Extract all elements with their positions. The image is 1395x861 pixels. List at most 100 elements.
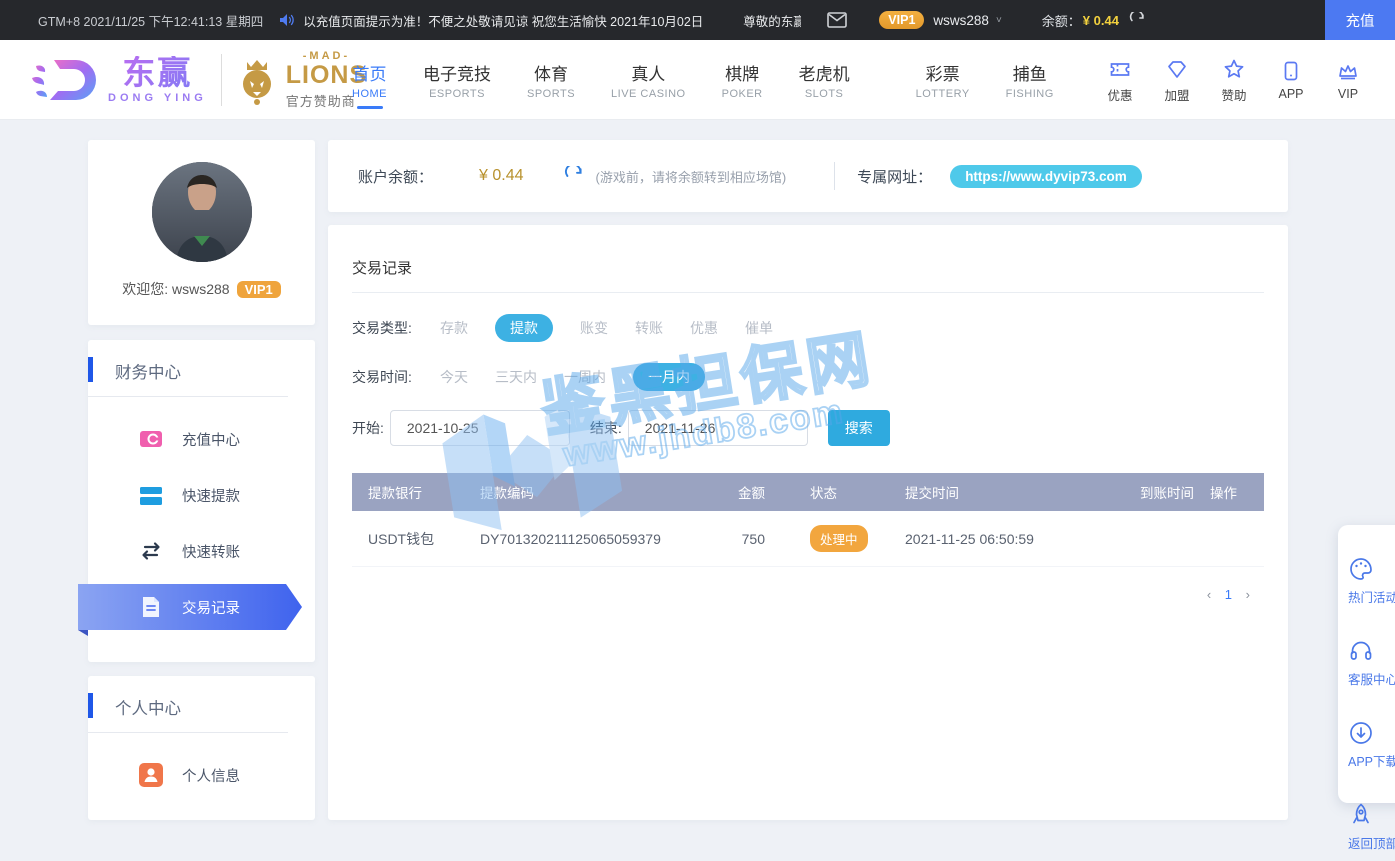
refresh-icon[interactable]	[564, 166, 584, 186]
time-option-month[interactable]: 一月内	[633, 363, 705, 391]
type-option-deposit[interactable]: 存款	[440, 318, 468, 338]
sidebar-item-label: 快速转账	[182, 541, 240, 562]
nav-icon-label-app: APP	[1271, 87, 1311, 101]
col-header-amount: 金额	[730, 482, 765, 502]
cell-amount: 750	[730, 531, 765, 547]
nav-icon-label-sponsor: 赞助	[1214, 85, 1254, 104]
type-option-transfer[interactable]: 转账	[635, 318, 663, 338]
transaction-time-options: 今天 三天内 一周内 一月内	[440, 363, 705, 391]
nav-icon-label-promo: 优惠	[1100, 85, 1140, 104]
time-option-today[interactable]: 今天	[440, 367, 468, 387]
chevron-down-icon[interactable]: ˅	[996, 15, 1002, 26]
nav-icon-label-vip: VIP	[1328, 87, 1368, 101]
type-option-reminder[interactable]: 催单	[745, 318, 773, 338]
nav-item-home[interactable]: 首页 HOME	[352, 60, 387, 100]
nav-item-live-casino[interactable]: 真人 LIVE CASINO	[611, 60, 686, 100]
records-table: 提款银行 提款编码 金额 状态 提交时间 到账时间 操作 USDT钱包 DY70…	[352, 473, 1264, 567]
float-item-hot-activities[interactable]: 热门活动	[1338, 533, 1395, 615]
nav-item-esports[interactable]: 电子竞技 ESPORTS	[423, 60, 491, 100]
brand-logo[interactable]: 东赢 DONG YING -MAD- LIONS 官方赞助商	[30, 40, 367, 120]
nav-item-esports-cn: 电子竞技	[423, 60, 491, 85]
sidebar-item-personal-info[interactable]: 个人信息	[88, 747, 315, 803]
nav-item-sports-cn: 体育	[527, 60, 575, 85]
col-header-submit-time: 提交时间	[905, 482, 1140, 502]
records-title-divider	[352, 292, 1264, 293]
topbar: GTM+8 2021/11/25 下午12:41:13 星期四 以充值页面提示为…	[0, 0, 1395, 40]
end-date-input[interactable]	[628, 410, 808, 446]
float-item-app-download[interactable]: APP下载	[1338, 697, 1395, 779]
headset-icon	[1348, 638, 1395, 664]
person-icon	[138, 762, 164, 788]
clock-text: GTM+8 2021/11/25 下午12:41:13 星期四	[38, 11, 263, 30]
float-item-back-to-top[interactable]: 返回顶部	[1338, 779, 1395, 861]
nav-icon-item-vip[interactable]: VIP	[1328, 59, 1368, 101]
col-header-status: 状态	[765, 482, 905, 502]
float-item-label: 返回顶部	[1348, 833, 1395, 852]
col-header-action: 操作	[1210, 482, 1264, 502]
sidebar-item-quick-transfer[interactable]: 快速转账	[88, 523, 315, 579]
nav-item-slots[interactable]: 老虎机 SLOTS	[799, 60, 850, 100]
type-option-promo[interactable]: 优惠	[690, 318, 718, 338]
sidebar-item-recharge-center[interactable]: 充值中心	[88, 411, 315, 467]
nav-item-lottery-en: LOTTERY	[916, 88, 970, 100]
personal-center-panel: 个人中心 个人信息	[88, 676, 315, 820]
personal-menu: 个人信息	[88, 747, 315, 803]
transaction-type-options: 存款 提款 账变 转账 优惠 催单	[440, 314, 773, 342]
personal-center-title: 个人中心	[88, 676, 288, 733]
account-balance-label: 账户余额：	[358, 166, 433, 187]
nav-icon-item-sponsor[interactable]: 赞助	[1214, 57, 1254, 104]
nav-icon-item-join[interactable]: 加盟	[1157, 57, 1197, 104]
balance-hint-text: (游戏前，请将余额转到相应场馆)	[596, 167, 787, 186]
start-date-input[interactable]	[390, 410, 570, 446]
nav-item-poker[interactable]: 棋牌 POKER	[722, 60, 763, 100]
nav-icon-item-promo[interactable]: 优惠	[1100, 57, 1140, 104]
rocket-icon	[1348, 802, 1395, 828]
nav-item-sports-en: SPORTS	[527, 88, 575, 100]
username-text[interactable]: wsws288	[933, 13, 989, 28]
time-option-3days[interactable]: 三天内	[495, 367, 537, 387]
star-icon	[1222, 57, 1246, 81]
refresh-balance-icon[interactable]	[1129, 12, 1146, 29]
col-header-arrive-time: 到账时间	[1140, 482, 1210, 502]
welcome-username: wsws288	[172, 281, 230, 297]
nav-item-fishing[interactable]: 捕鱼 FISHING	[1006, 60, 1054, 100]
recharge-button[interactable]: 充值	[1325, 0, 1395, 40]
diamond-icon	[1165, 57, 1189, 81]
nav-icon-item-app[interactable]: APP	[1271, 59, 1311, 101]
current-page-number[interactable]: 1	[1225, 587, 1232, 602]
pagination: ‹ 1 ›	[352, 587, 1264, 602]
vertical-divider	[834, 162, 835, 190]
nav-icon-label-join: 加盟	[1157, 85, 1197, 104]
float-item-label: APP下载	[1348, 751, 1395, 770]
date-range-row: 开始: 结束: 搜索	[352, 410, 1264, 446]
sidebar-item-transaction-records[interactable]: 交易记录	[88, 579, 315, 635]
time-option-week[interactable]: 一周内	[564, 367, 606, 387]
next-page-button[interactable]: ›	[1246, 587, 1250, 602]
floating-side-panel: 热门活动 客服中心 APP下载 返回顶部	[1338, 525, 1395, 803]
sidebar-item-label: 快速提款	[182, 485, 240, 506]
type-option-withdraw[interactable]: 提款	[495, 314, 553, 342]
type-option-account-change[interactable]: 账变	[580, 318, 608, 338]
cell-submit-time: 2021-11-25 06:50:59	[905, 531, 1140, 547]
ticket-icon	[1108, 57, 1132, 81]
mail-icon[interactable]	[827, 12, 847, 28]
user-profile-card: 欢迎您: wsws288 VIP1	[88, 140, 315, 325]
search-button[interactable]: 搜索	[828, 410, 890, 446]
dongying-flame-logo-icon	[30, 52, 100, 108]
welcome-prefix: 欢迎您:	[122, 279, 168, 299]
sidebar-item-quick-withdraw[interactable]: 快速提款	[88, 467, 315, 523]
nav-item-lottery[interactable]: 彩票 LOTTERY	[916, 60, 970, 100]
float-item-label: 热门活动	[1348, 587, 1395, 606]
sidebar-item-label: 个人信息	[182, 765, 240, 786]
float-item-customer-service[interactable]: 客服中心	[1338, 615, 1395, 697]
palette-icon	[1348, 556, 1395, 582]
transaction-type-row: 交易类型: 存款 提款 账变 转账 优惠 催单	[352, 314, 1264, 342]
avatar[interactable]	[152, 162, 252, 262]
crown-icon	[1336, 59, 1360, 83]
nav-menu: 首页 HOME 电子竞技 ESPORTS 体育 SPORTS 真人 LIVE C…	[352, 40, 1054, 120]
exclusive-url-pill[interactable]: https://www.dyvip73.com	[950, 165, 1142, 188]
nav-item-slots-cn: 老虎机	[799, 60, 850, 85]
nav-icon-menu: 优惠 加盟 赞助 APP VIP	[1100, 40, 1368, 120]
prev-page-button[interactable]: ‹	[1207, 587, 1211, 602]
nav-item-sports[interactable]: 体育 SPORTS	[527, 60, 575, 100]
